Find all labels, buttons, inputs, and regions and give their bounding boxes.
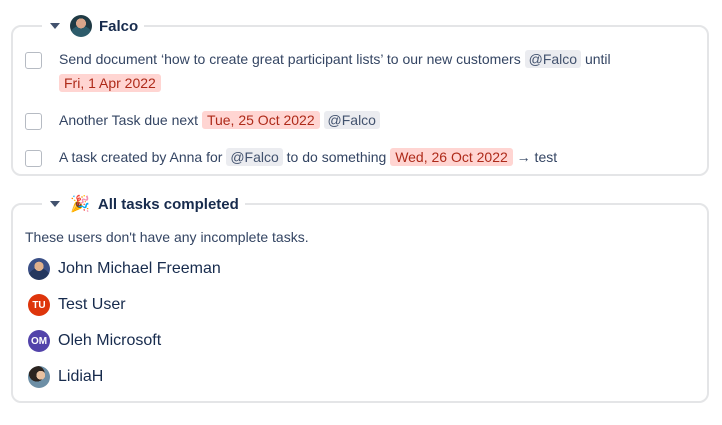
avatar (28, 258, 50, 280)
user-row: John Michael Freeman (28, 258, 221, 280)
collapse-caret-icon[interactable] (50, 201, 60, 207)
user-row: LidiaH (28, 366, 103, 388)
completed-group-header[interactable]: 🎉 All tasks completed (42, 192, 245, 216)
completed-group-title: All tasks completed (97, 195, 239, 213)
task-description: Another Task due next (59, 112, 199, 128)
falco-group-title: Falco (99, 17, 139, 35)
falco-group-header[interactable]: Falco (42, 14, 145, 38)
task-item: Another Task due next Tue, 25 Oct 2022 @… (25, 108, 695, 132)
mention-tag[interactable]: @Falco (524, 50, 582, 68)
task-item: Send document ‘how to create great parti… (25, 47, 695, 95)
falco-task-group: Falco Send document ‘how to create great… (11, 14, 709, 176)
user-name: Test User (58, 296, 126, 313)
user-name: LidiaH (58, 368, 104, 385)
user-row: TU Test User (28, 294, 126, 316)
avatar (28, 366, 50, 388)
task-text: Send document ‘how to create great parti… (59, 47, 695, 95)
task-item: A task created by Anna for @Falco to do … (25, 145, 695, 169)
falco-avatar (70, 15, 92, 37)
task-description: Send document ‘how to create great parti… (59, 51, 521, 67)
mention-tag[interactable]: @Falco (323, 111, 380, 129)
due-date-badge[interactable]: Fri, 1 Apr 2022 (59, 74, 161, 92)
task-suffix: → test (516, 149, 558, 165)
user-name: Oleh Microsoft (58, 332, 162, 349)
task-text: Another Task due next Tue, 25 Oct 2022 @… (59, 108, 695, 132)
completed-users-group: 🎉 All tasks completed These users don't … (11, 192, 709, 403)
task-description: A task created by Anna for (59, 149, 223, 165)
no-tasks-note: These users don't have any incomplete ta… (25, 229, 309, 245)
due-date-badge[interactable]: Wed, 26 Oct 2022 (390, 148, 513, 166)
mention-tag[interactable]: @Falco (226, 148, 283, 166)
user-name: John Michael Freeman (58, 260, 221, 277)
task-checkbox[interactable] (25, 52, 42, 69)
avatar: TU (28, 294, 50, 316)
party-popper-icon: 🎉 (70, 196, 90, 213)
collapse-caret-icon[interactable] (50, 23, 60, 29)
task-checkbox[interactable] (25, 113, 42, 130)
user-row: OM Oleh Microsoft (28, 330, 161, 352)
task-text: A task created by Anna for @Falco to do … (59, 145, 695, 169)
avatar: OM (28, 330, 50, 352)
task-checkbox[interactable] (25, 150, 42, 167)
task-description-middle: to do something (286, 149, 387, 165)
due-date-badge[interactable]: Tue, 25 Oct 2022 (201, 111, 320, 129)
task-connector-text: until (584, 51, 611, 67)
